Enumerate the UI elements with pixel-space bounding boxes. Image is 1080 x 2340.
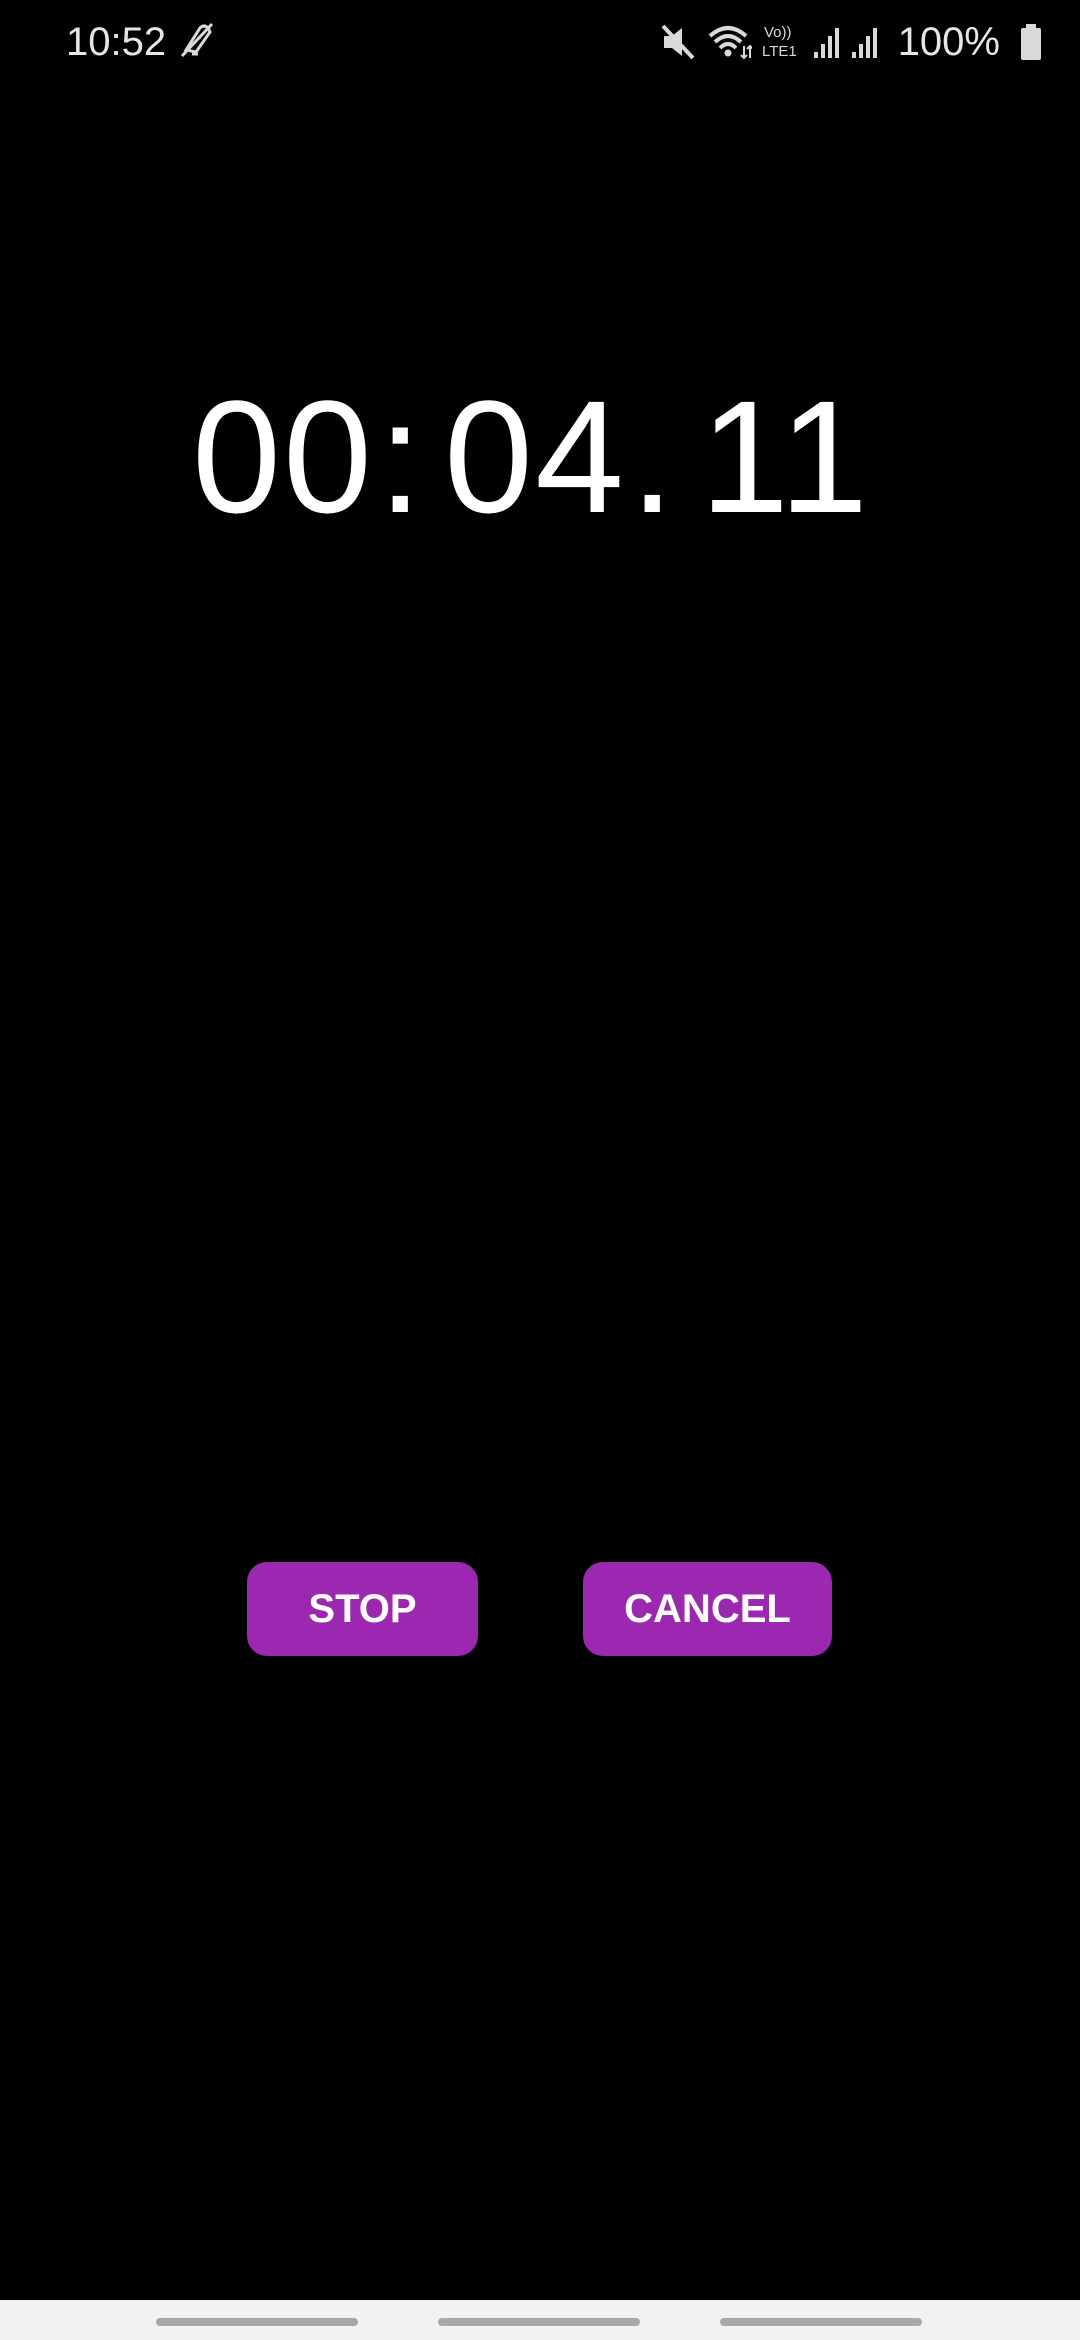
stop-button[interactable]: STOP [247,1562,478,1656]
status-time: 10:52 [66,20,167,64]
timer-hundredths: 11 [700,367,871,546]
volte-lte1-icon: Vo)) LTE1 [762,24,797,60]
timer-minutes: 00 [192,367,374,546]
timer-dot-separator: . [630,367,677,546]
nav-handle-back[interactable] [720,2318,922,2326]
svg-text:Vo)): Vo)) [764,24,792,41]
svg-text:LTE1: LTE1 [762,43,797,60]
battery-percent: 100% [897,20,1000,64]
stopwatch-time-display: 00 : 04 . 11 [0,372,1080,542]
status-icons: Vo)) LTE1 100% [650,16,1042,68]
nav-handle-recents[interactable] [156,2318,358,2326]
cancel-button[interactable]: CANCEL [583,1562,832,1656]
notification-off-icon [180,22,214,58]
signal-sim1-icon [813,28,839,58]
battery-icon [1021,24,1041,60]
status-bar: 10:52 Vo)) LTE1 100% [0,0,1080,84]
timer-seconds: 04 [444,367,626,546]
nav-handle-home[interactable] [438,2318,640,2326]
stopwatch-screen: 10:52 Vo)) LTE1 100% 00: 04 . 11 STOP C… [0,0,1080,2340]
navigation-bar [0,2300,1080,2340]
mute-icon [661,24,695,60]
wifi-icon [708,26,752,60]
timer-colon-separator: : [378,367,425,546]
signal-sim2-icon [851,28,877,58]
